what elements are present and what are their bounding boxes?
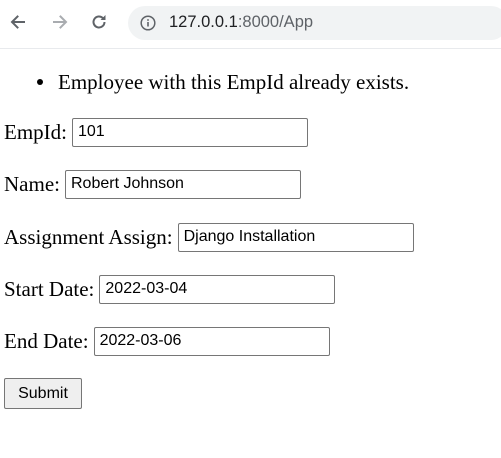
name-input[interactable] — [64, 169, 301, 199]
assignment-input[interactable] — [177, 222, 414, 252]
start-date-label: Start Date: — [4, 277, 95, 301]
site-info-icon[interactable] — [140, 15, 156, 31]
error-message: Employee with this EmpId already exists. — [36, 70, 410, 94]
end-date-label: End Date: — [4, 329, 89, 353]
forward-button[interactable] — [48, 10, 72, 34]
end-date-input[interactable] — [93, 326, 330, 356]
empid-row: EmpId: — [4, 117, 308, 147]
url-path: :8000/App — [237, 13, 314, 31]
reload-icon — [92, 15, 106, 29]
assignment-row: Assignment Assign: — [4, 222, 414, 252]
start-date-input[interactable] — [99, 274, 336, 304]
start-date-row: Start Date: — [4, 274, 336, 304]
name-row: Name: — [4, 169, 301, 199]
assignment-label: Assignment Assign: — [4, 225, 173, 249]
address-bar[interactable]: 127.0.0.1:8000/App — [128, 6, 501, 40]
url-text: 127.0.0.1:8000/App — [169, 13, 313, 32]
back-arrow-icon — [10, 15, 25, 29]
submit-button[interactable]: Submit — [4, 378, 82, 409]
end-date-row: End Date: — [4, 326, 330, 356]
empid-label: EmpId: — [4, 120, 67, 144]
url-host: 127.0.0.1 — [169, 13, 238, 31]
error-list: Employee with this EmpId already exists. — [36, 70, 410, 94]
browser-toolbar: 127.0.0.1:8000/App — [0, 0, 501, 49]
reload-button[interactable] — [87, 10, 111, 34]
back-button[interactable] — [6, 10, 30, 34]
name-label: Name: — [4, 172, 60, 196]
forward-arrow-icon — [53, 15, 68, 29]
empid-input[interactable] — [72, 117, 308, 147]
